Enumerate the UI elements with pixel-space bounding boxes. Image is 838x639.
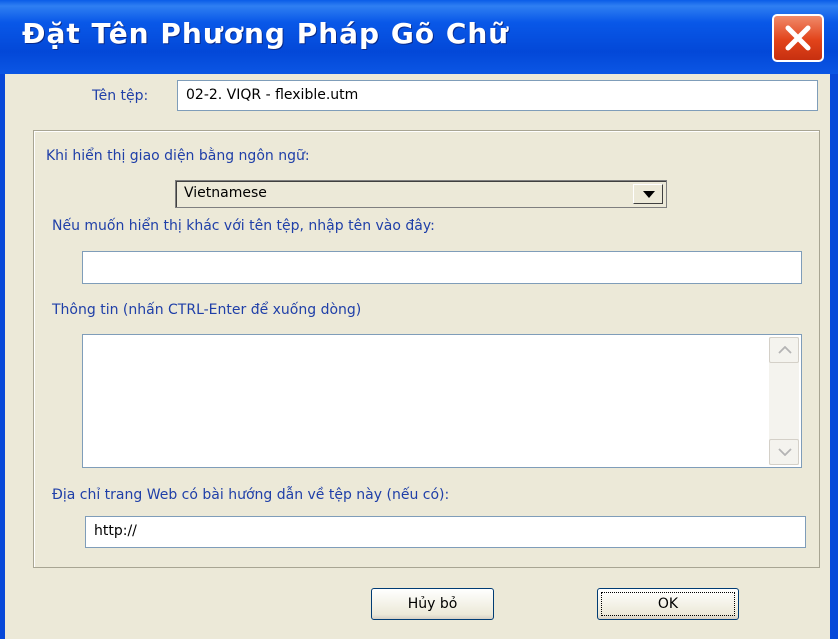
title-bar[interactable]: Đặt Tên Phương Pháp Gõ Chữ — [0, 0, 838, 74]
close-icon — [785, 25, 811, 51]
window-title: Đặt Tên Phương Pháp Gõ Chữ — [22, 17, 510, 50]
window-frame-right — [830, 74, 838, 639]
display-name-field[interactable] — [82, 251, 802, 284]
language-label: Khi hiển thị giao diện bằng ngôn ngữ: — [46, 148, 310, 164]
web-address-label: Địa chỉ trang Web có bài hướng dẫn về tệ… — [52, 487, 450, 503]
scroll-up-button[interactable] — [769, 337, 799, 363]
close-button[interactable] — [772, 14, 824, 62]
language-select[interactable]: Vietnamese — [175, 180, 667, 208]
info-textarea[interactable] — [82, 334, 802, 468]
file-name-field[interactable]: 02-2. VIQR - flexible.utm — [177, 80, 818, 111]
chevron-down-icon — [643, 191, 655, 198]
ok-button[interactable]: OK — [597, 588, 739, 620]
language-dropdown-button[interactable] — [633, 184, 663, 204]
info-scrollbar[interactable] — [769, 337, 799, 465]
language-select-value: Vietnamese — [184, 185, 267, 201]
web-address-field[interactable]: http:// — [85, 516, 806, 548]
scroll-down-icon — [778, 448, 792, 456]
display-name-label: Nếu muốn hiển thị khác với tên tệp, nhập… — [52, 218, 435, 234]
scroll-down-button[interactable] — [769, 439, 799, 465]
info-label: Thông tin (nhấn CTRL-Enter để xuống dòng… — [52, 302, 362, 318]
cancel-button[interactable]: Hủy bỏ — [371, 588, 494, 620]
file-name-label: Tên tệp: — [92, 88, 149, 104]
ok-button-label: OK — [601, 592, 735, 616]
scroll-up-icon — [778, 346, 792, 354]
window-frame-left — [0, 74, 5, 639]
